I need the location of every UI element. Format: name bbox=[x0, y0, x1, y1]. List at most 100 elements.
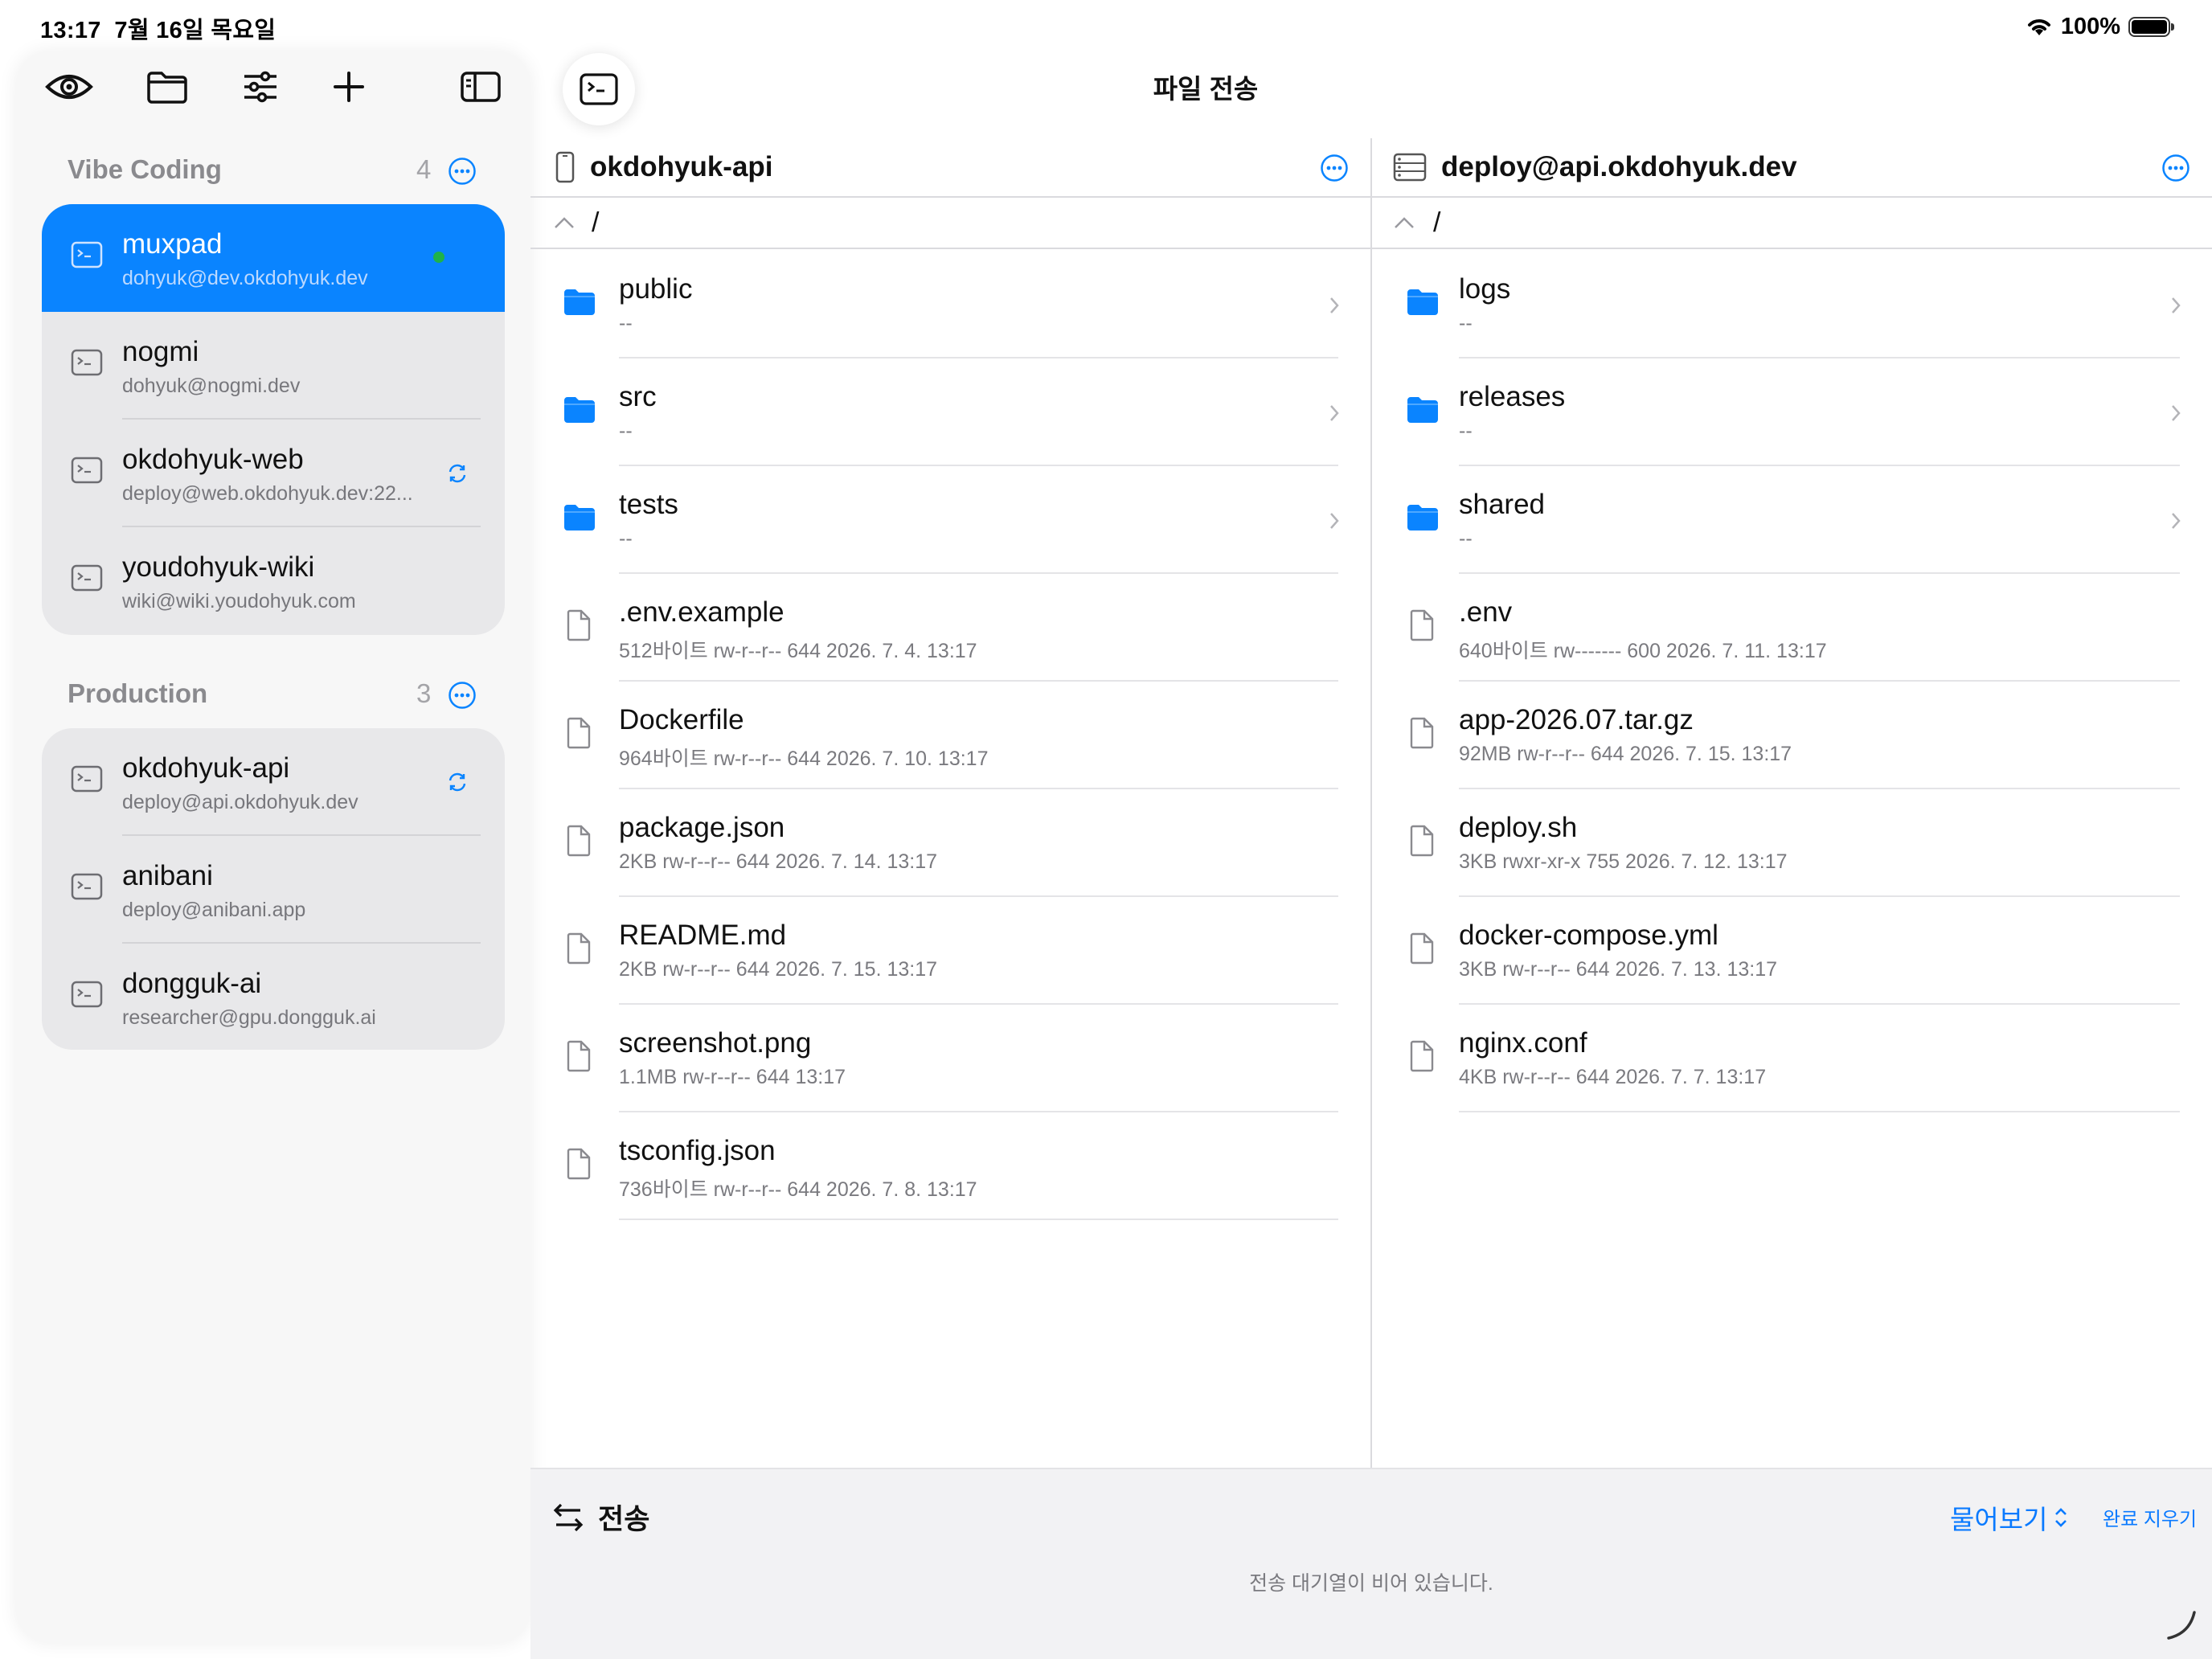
file-meta: -- bbox=[619, 420, 633, 442]
file-meta: 3KB rw-r--r-- 644 2026. 7. 13. 13:17 bbox=[1459, 958, 1778, 981]
file-name: releases bbox=[1459, 381, 1566, 412]
clear-completed-button[interactable]: 완료 지우기 bbox=[2103, 1503, 2197, 1531]
eye-icon[interactable] bbox=[40, 64, 98, 109]
file-row[interactable]: app-2026.07.tar.gz 92MB rw-r--r-- 644 20… bbox=[1372, 682, 2212, 789]
transfer-title: 전송 bbox=[598, 1504, 650, 1535]
folder-row[interactable]: src -- bbox=[530, 358, 1370, 466]
group-title-vibe-coding: Vibe Coding bbox=[68, 154, 222, 184]
session-item[interactable]: anibani deploy@anibani.app bbox=[42, 836, 505, 944]
folder-row[interactable]: public -- bbox=[530, 251, 1370, 358]
folder-icon bbox=[564, 397, 595, 423]
chevron-right-icon bbox=[2172, 297, 2181, 313]
session-name: dongguk-ai bbox=[122, 968, 262, 999]
terminal-icon bbox=[71, 564, 103, 592]
file-meta: 3KB rwxr-xr-x 755 2026. 7. 12. 13:17 bbox=[1459, 850, 1788, 873]
file-row[interactable]: package.json 2KB rw-r--r-- 644 2026. 7. … bbox=[530, 789, 1370, 897]
chevron-right-icon bbox=[1330, 405, 1339, 421]
file-name: app-2026.07.tar.gz bbox=[1459, 704, 1694, 735]
folder-row[interactable]: logs -- bbox=[1372, 251, 2212, 358]
file-meta: 736바이트 rw-r--r-- 644 2026. 7. 8. 13:17 bbox=[619, 1178, 977, 1201]
folder-icon[interactable] bbox=[138, 64, 196, 109]
group-card-production: okdohyuk-api deploy@api.okdohyuk.dev ani… bbox=[42, 728, 505, 1050]
group-title-production: Production bbox=[68, 678, 208, 708]
more-options-icon[interactable] bbox=[2161, 154, 2190, 182]
more-options-icon[interactable] bbox=[448, 157, 477, 186]
terminal-icon bbox=[71, 349, 103, 376]
session-name: youdohyuk-wiki bbox=[122, 551, 315, 583]
file-row[interactable]: tsconfig.json 736바이트 rw-r--r-- 644 2026.… bbox=[530, 1112, 1370, 1220]
file-row[interactable]: screenshot.png 1.1MB rw-r--r-- 644 13:17 bbox=[530, 1005, 1370, 1112]
document-icon bbox=[567, 717, 591, 749]
pane-title: okdohyuk-api bbox=[590, 151, 773, 182]
session-host: wiki@wiki.youdohyuk.com bbox=[122, 590, 356, 612]
group-count: 3 bbox=[416, 678, 432, 708]
folder-row[interactable]: releases -- bbox=[1372, 358, 2212, 466]
right-file-list: logs -- releases -- shared -- .env 640바이… bbox=[1372, 251, 2212, 1376]
file-meta: 1.1MB rw-r--r-- 644 13:17 bbox=[619, 1066, 846, 1088]
file-meta: 640바이트 rw------- 600 2026. 7. 11. 13:17 bbox=[1459, 640, 1827, 662]
document-icon bbox=[1410, 825, 1434, 857]
folder-icon bbox=[564, 289, 595, 315]
session-item[interactable]: muxpad dohyuk@dev.okdohyuk.dev bbox=[42, 204, 505, 312]
right-path-bar: / bbox=[1372, 198, 2212, 249]
document-icon bbox=[1410, 1040, 1434, 1072]
more-options-icon[interactable] bbox=[1320, 154, 1349, 182]
status-bar-time: 13:17 7월 16일 목요일 bbox=[40, 18, 276, 43]
file-name: package.json bbox=[619, 812, 785, 843]
terminal-icon bbox=[580, 73, 618, 105]
file-row[interactable]: nginx.conf 4KB rw-r--r-- 644 2026. 7. 7.… bbox=[1372, 1005, 2212, 1112]
session-host: deploy@anibani.app bbox=[122, 899, 306, 921]
session-item[interactable]: dongguk-ai researcher@gpu.dongguk.ai bbox=[42, 944, 505, 1050]
sliders-icon[interactable] bbox=[231, 64, 289, 109]
file-name: README.md bbox=[619, 920, 787, 951]
sync-icon bbox=[449, 772, 466, 792]
current-path: / bbox=[1433, 207, 1441, 238]
document-icon bbox=[1410, 932, 1434, 965]
server-icon bbox=[1393, 153, 1427, 182]
folder-icon bbox=[564, 505, 595, 530]
sync-icon bbox=[449, 464, 466, 483]
terminal-button[interactable] bbox=[563, 53, 635, 125]
session-item[interactable]: okdohyuk-web deploy@web.okdohyuk.dev:22.… bbox=[42, 420, 505, 527]
file-row[interactable]: deploy.sh 3KB rwxr-xr-x 755 2026. 7. 12.… bbox=[1372, 789, 2212, 897]
file-meta: -- bbox=[619, 312, 633, 334]
file-meta: 4KB rw-r--r-- 644 2026. 7. 7. 13:17 bbox=[1459, 1066, 1767, 1088]
resize-handle-icon[interactable] bbox=[2165, 1609, 2198, 1641]
folder-icon bbox=[1407, 289, 1438, 315]
conflict-policy-button[interactable]: 물어보기 bbox=[1950, 1498, 2068, 1537]
plus-icon[interactable] bbox=[320, 64, 378, 109]
file-name: nginx.conf bbox=[1459, 1027, 1587, 1059]
file-row[interactable]: Dockerfile 964바이트 rw-r--r-- 644 2026. 7.… bbox=[530, 682, 1370, 789]
session-host: deploy@api.okdohyuk.dev bbox=[122, 791, 358, 813]
file-name: screenshot.png bbox=[619, 1027, 812, 1059]
file-row[interactable]: docker-compose.yml 3KB rw-r--r-- 644 202… bbox=[1372, 897, 2212, 1005]
chevron-up-icon[interactable] bbox=[553, 215, 576, 230]
folder-row[interactable]: shared -- bbox=[1372, 466, 2212, 574]
more-options-icon[interactable] bbox=[448, 681, 477, 710]
divider bbox=[1459, 1111, 2180, 1112]
file-name: docker-compose.yml bbox=[1459, 920, 1718, 951]
file-row[interactable]: README.md 2KB rw-r--r-- 644 2026. 7. 15.… bbox=[530, 897, 1370, 1005]
file-name: .env.example bbox=[619, 596, 784, 628]
sidebar-toggle-icon[interactable] bbox=[452, 64, 510, 109]
empty-queue-message: 전송 대기열이 비어 있습니다. bbox=[1249, 1572, 1493, 1595]
file-row[interactable]: .env 640바이트 rw------- 600 2026. 7. 11. 1… bbox=[1372, 574, 2212, 682]
right-pane-header: deploy@api.okdohyuk.dev bbox=[1372, 138, 2212, 198]
file-name: tsconfig.json bbox=[619, 1135, 776, 1166]
file-meta: -- bbox=[1459, 527, 1473, 550]
session-item[interactable]: okdohyuk-api deploy@api.okdohyuk.dev bbox=[42, 728, 505, 836]
terminal-icon bbox=[71, 457, 103, 484]
file-row[interactable]: .env.example 512바이트 rw-r--r-- 644 2026. … bbox=[530, 574, 1370, 682]
chevron-up-icon[interactable] bbox=[1393, 215, 1415, 230]
session-item[interactable]: youdohyuk-wiki wiki@wiki.youdohyuk.com bbox=[42, 527, 505, 635]
left-path-bar: / bbox=[530, 198, 1370, 249]
file-name: tests bbox=[619, 489, 678, 520]
chevron-right-icon bbox=[2172, 513, 2181, 529]
file-meta: 512바이트 rw-r--r-- 644 2026. 7. 4. 13:17 bbox=[619, 640, 977, 662]
session-item[interactable]: nogmi dohyuk@nogmi.dev bbox=[42, 312, 505, 420]
folder-row[interactable]: tests -- bbox=[530, 466, 1370, 574]
current-path: / bbox=[592, 207, 600, 238]
chevron-right-icon bbox=[1330, 513, 1339, 529]
divider bbox=[619, 1219, 1338, 1220]
group-card-vibe-coding: muxpad dohyuk@dev.okdohyuk.dev nogmi doh… bbox=[42, 204, 505, 635]
